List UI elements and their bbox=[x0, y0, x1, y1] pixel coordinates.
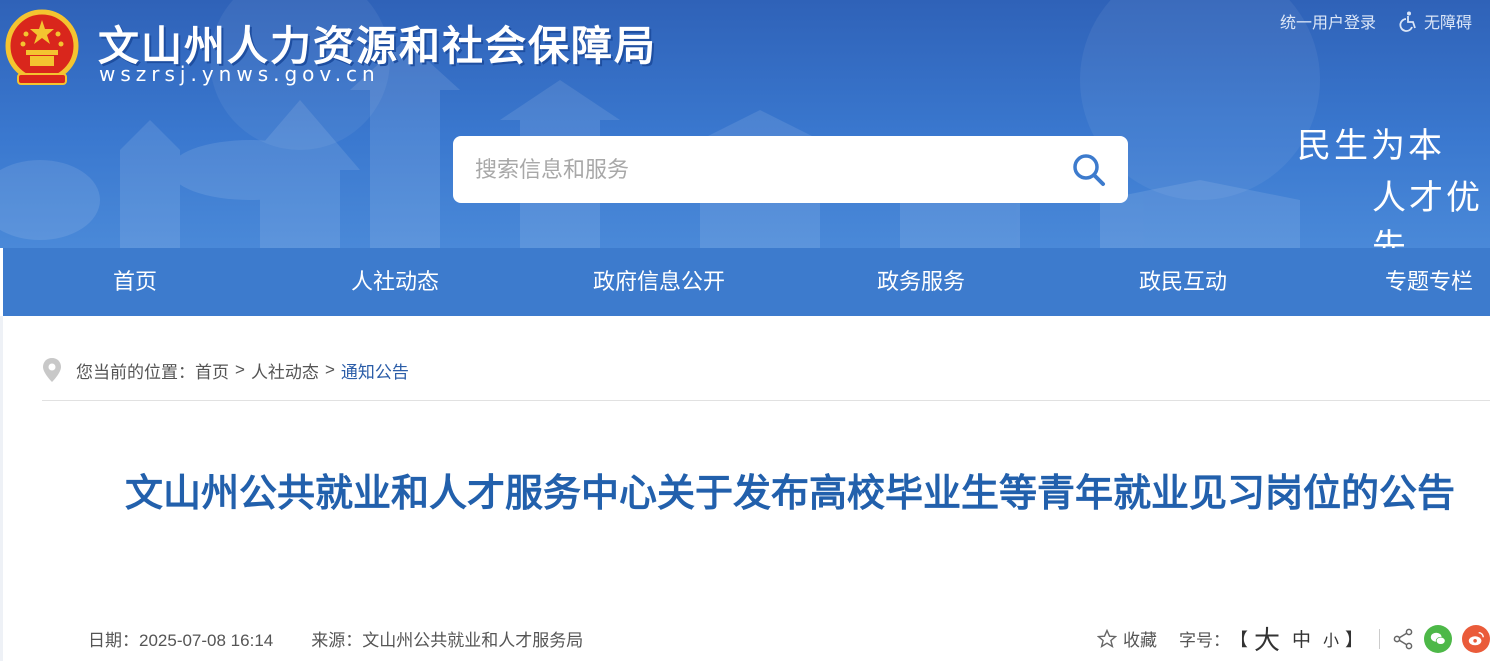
breadcrumb-hr-news[interactable]: 人社动态 bbox=[251, 358, 319, 383]
page-border bbox=[0, 316, 3, 661]
breadcrumb-home[interactable]: 首页 bbox=[195, 358, 229, 383]
tools-separator bbox=[1379, 628, 1380, 649]
breadcrumb-prefix: 您当前的位置： bbox=[76, 362, 195, 382]
top-links: 统一用户登录 无障碍 bbox=[1280, 9, 1472, 33]
article-tools: 收藏 字号： 【 大 中 小 】 bbox=[1096, 620, 1490, 657]
national-emblem-logo bbox=[5, 9, 79, 85]
star-icon bbox=[1096, 628, 1117, 648]
font-size-small-button[interactable]: 小 bbox=[1323, 627, 1339, 651]
article-date: 日期：2025-07-08 16:14 bbox=[88, 626, 273, 651]
date-value: 2025-07-08 16:14 bbox=[139, 631, 274, 650]
breadcrumb-separator: > bbox=[324, 360, 335, 379]
favorite-label: 收藏 bbox=[1122, 631, 1157, 650]
main-nav: 首页 人社动态 政府信息公开 政务服务 政民互动 专题专栏 bbox=[3, 248, 1490, 316]
search-box bbox=[453, 136, 1128, 203]
font-size-big-button[interactable]: 大 bbox=[1254, 620, 1280, 657]
accessibility-icon bbox=[1399, 11, 1416, 32]
weibo-icon bbox=[1468, 631, 1484, 645]
slogan-line1: 民生为本 bbox=[1297, 126, 1445, 166]
breadcrumb: 您当前的位置： 首页 > 人社动态 > 通知公告 bbox=[42, 357, 409, 383]
article-source: 来源：文山州公共就业和人才服务局 bbox=[311, 626, 583, 651]
date-label: 日期： bbox=[88, 631, 139, 650]
nav-item-special-topics[interactable]: 专题专栏 bbox=[1385, 248, 1490, 316]
source-value: 文山州公共就业和人才服务局 bbox=[362, 631, 584, 650]
share-icon[interactable] bbox=[1392, 628, 1414, 650]
weibo-share-icon[interactable] bbox=[1462, 624, 1490, 653]
accessibility-label: 无障碍 bbox=[1423, 15, 1472, 32]
wechat-icon bbox=[1430, 632, 1446, 645]
search-input[interactable] bbox=[475, 156, 1035, 183]
nav-item-gov-info[interactable]: 政府信息公开 bbox=[579, 248, 739, 316]
wechat-share-icon[interactable] bbox=[1424, 624, 1452, 653]
nav-item-interaction[interactable]: 政民互动 bbox=[1123, 248, 1243, 316]
favorite-button[interactable]: 收藏 bbox=[1096, 626, 1157, 651]
bracket-close: 】 bbox=[1345, 629, 1363, 650]
font-size-label: 字号： bbox=[1178, 631, 1230, 650]
user-login-link[interactable]: 统一用户登录 bbox=[1280, 9, 1376, 33]
article-title: 文山州公共就业和人才服务中心关于发布高校毕业生等青年就业见习岗位的公告 bbox=[124, 471, 1455, 515]
font-size-medium-button[interactable]: 中 bbox=[1292, 625, 1311, 652]
accessibility-link[interactable]: 无障碍 bbox=[1398, 9, 1472, 33]
breadcrumb-divider bbox=[42, 400, 1490, 401]
source-label: 来源： bbox=[311, 631, 363, 650]
nav-item-home[interactable]: 首页 bbox=[75, 248, 195, 316]
bracket-open: 【 bbox=[1229, 629, 1248, 650]
font-size-control: 字号： 【 大 中 小 】 bbox=[1179, 620, 1363, 657]
nav-item-hr-news[interactable]: 人社动态 bbox=[335, 248, 455, 316]
article-meta: 日期：2025-07-08 16:14 来源：文山州公共就业和人才服务局 bbox=[88, 626, 583, 651]
slogan-line2: 人才优先 bbox=[1372, 178, 1483, 248]
location-pin-icon bbox=[43, 358, 61, 382]
breadcrumb-separator: > bbox=[235, 360, 245, 379]
breadcrumb-notices[interactable]: 通知公告 bbox=[341, 358, 409, 383]
site-header: 文山州人力资源和社会保障局 wszrsj.ynws.gov.cn 统一用户登录 … bbox=[0, 0, 1490, 248]
search-icon[interactable] bbox=[1070, 151, 1108, 189]
site-domain: wszrsj.ynws.gov.cn bbox=[99, 62, 380, 86]
nav-item-gov-services[interactable]: 政务服务 bbox=[861, 248, 981, 316]
